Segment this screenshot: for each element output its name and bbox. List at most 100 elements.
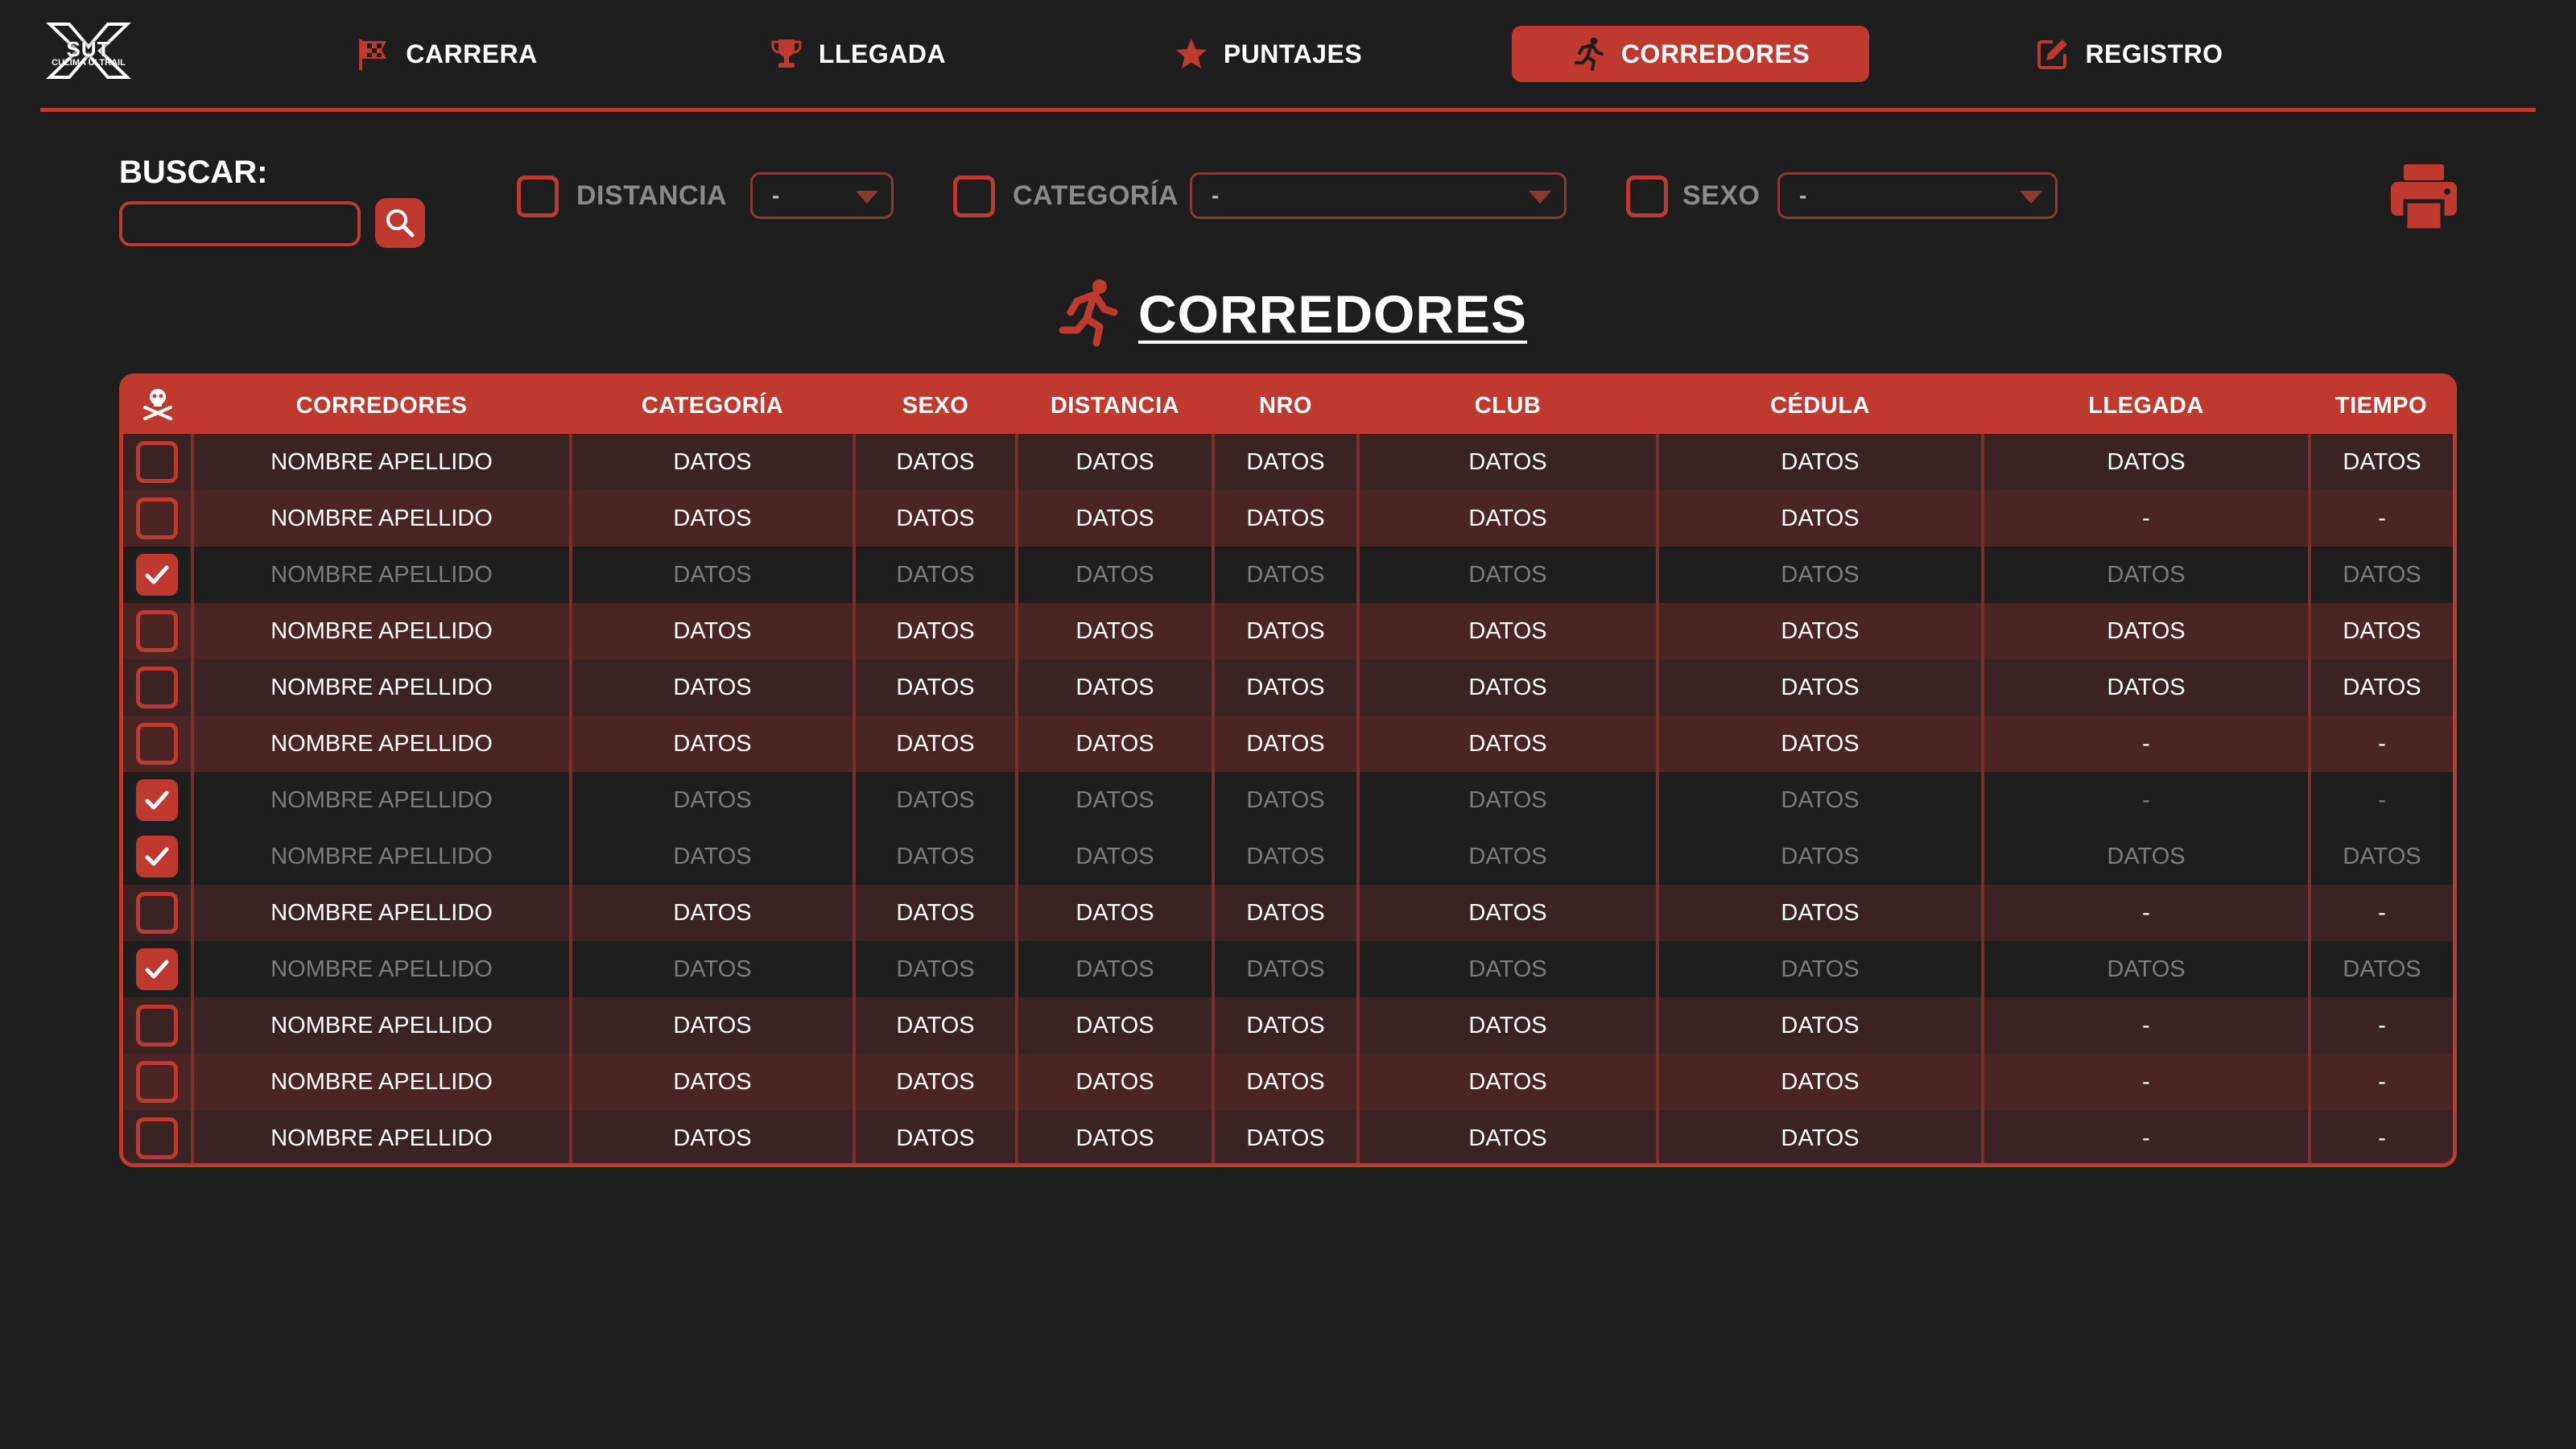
nav-llegada[interactable]: LLEGADA	[741, 26, 974, 82]
runners-table: CORREDORES CATEGORÍA SEXO DISTANCIA NRO …	[119, 374, 2457, 1167]
table-row[interactable]: NOMBRE APELLIDO DATOS DATOS DATOS DATOS DATOS…	[123, 716, 2453, 772]
table-cell-club: DATOS	[1358, 772, 1659, 828]
row-checkbox[interactable]	[136, 948, 178, 990]
search-input[interactable]	[119, 201, 361, 246]
column-header-nro[interactable]: NRO	[1213, 378, 1358, 434]
column-header-sexo[interactable]: SEXO	[854, 378, 1017, 434]
row-checkbox[interactable]	[136, 1005, 178, 1046]
column-header-cedula[interactable]: CÉDULA	[1657, 378, 1983, 434]
table-row[interactable]: NOMBRE APELLIDO DATOS DATOS DATOS DATOS DATOS…	[123, 490, 2453, 547]
table-cell-tiempo: DATOS	[2343, 448, 2421, 475]
table-cell-corredores: NOMBRE APELLIDO	[192, 716, 572, 772]
edit-icon	[2035, 36, 2070, 72]
row-select-cell	[123, 772, 194, 828]
table-cell-corredores: NOMBRE APELLIDO	[192, 434, 572, 490]
row-checkbox[interactable]	[136, 441, 178, 483]
column-header-distancia[interactable]: DISTANCIA	[1017, 378, 1213, 434]
table-row[interactable]: NOMBRE APELLIDO DATOS DATOS DATOS DATOS DATOS…	[123, 885, 2453, 941]
column-header-corredores[interactable]: CORREDORES	[192, 378, 571, 434]
table-cell-nro: DATOS	[1213, 434, 1360, 490]
table-cell-categoria: DATOS	[571, 716, 856, 772]
table-cell-sexo: DATOS	[854, 1054, 1018, 1110]
table-cell-distancia: DATOS	[1017, 772, 1215, 828]
table-row[interactable]: NOMBRE APELLIDO DATOS DATOS DATOS DATOS DATOS…	[123, 997, 2453, 1054]
table-cell-categoria: DATOS	[571, 1054, 856, 1110]
table-cell-club: DATOS	[1358, 828, 1659, 885]
table-cell-nro: DATOS	[1213, 490, 1360, 547]
row-select-cell	[123, 828, 194, 885]
table-cell-llegada: -	[1983, 1054, 2311, 1110]
nav-registro[interactable]: REGISTRO	[2013, 26, 2246, 82]
category-filter-checkbox[interactable]	[953, 175, 995, 217]
table-row[interactable]: NOMBRE APELLIDO DATOS DATOS DATOS DATOS DATOS…	[123, 828, 2453, 885]
table-cell-distancia: DATOS	[1017, 941, 1215, 997]
column-header-categoria[interactable]: CATEGORÍA	[571, 378, 854, 434]
column-header-tiempo[interactable]: TIEMPO	[2310, 378, 2453, 434]
table-row[interactable]: NOMBRE APELLIDO DATOS DATOS DATOS DATOS DATOS…	[123, 434, 2453, 490]
logo[interactable]: SUT CULIMA ULTRAIL	[45, 23, 132, 79]
table-cell-distancia: DATOS	[1017, 547, 1215, 603]
table-cell-cedula: DATOS	[1657, 659, 1984, 716]
row-checkbox[interactable]	[136, 610, 178, 652]
table-cell-distancia: DATOS	[1017, 997, 1215, 1054]
row-select-cell	[123, 659, 194, 716]
distance-select[interactable]: -	[750, 172, 894, 219]
table-row[interactable]: NOMBRE APELLIDO DATOS DATOS DATOS DATOS DATOS…	[123, 1110, 2453, 1163]
table-cell-tiempo: -	[2378, 505, 2386, 531]
table-cell-distancia: DATOS	[1017, 1054, 1215, 1110]
table-cell-cedula: DATOS	[1657, 828, 1984, 885]
table-cell-corredores: NOMBRE APELLIDO	[192, 603, 572, 659]
row-checkbox[interactable]	[136, 1117, 178, 1159]
table-cell-nro: DATOS	[1213, 716, 1360, 772]
row-checkbox[interactable]	[136, 554, 178, 596]
sex-select[interactable]: -	[1777, 172, 2058, 219]
search-button[interactable]	[375, 198, 425, 248]
print-button[interactable]	[2388, 161, 2460, 233]
table-cell-llegada: -	[1983, 885, 2311, 941]
nav-carrera[interactable]: CARRERA	[330, 26, 564, 82]
table-row[interactable]: NOMBRE APELLIDO DATOS DATOS DATOS DATOS DATOS…	[123, 547, 2453, 603]
table-cell-cedula: DATOS	[1657, 434, 1984, 490]
table-row[interactable]: NOMBRE APELLIDO DATOS DATOS DATOS DATOS DATOS…	[123, 603, 2453, 659]
table-cell-cedula: DATOS	[1657, 716, 1984, 772]
row-checkbox[interactable]	[136, 723, 178, 765]
row-select-cell	[123, 547, 194, 603]
table-cell-club: DATOS	[1358, 434, 1659, 490]
nav-puntajes[interactable]: PUNTAJES	[1151, 26, 1385, 82]
sex-filter-label: SEXO	[1682, 180, 1761, 211]
table-row[interactable]: NOMBRE APELLIDO DATOS DATOS DATOS DATOS DATOS…	[123, 772, 2453, 828]
nav-label: LLEGADA	[818, 39, 947, 68]
column-header-llegada[interactable]: LLEGADA	[1983, 378, 2310, 434]
table-cell-tiempo: -	[2378, 730, 2386, 757]
row-select-cell	[123, 1110, 194, 1163]
table-cell-corredores: NOMBRE APELLIDO	[192, 941, 572, 997]
table-cell-sexo: DATOS	[854, 434, 1018, 490]
row-checkbox[interactable]	[136, 497, 178, 539]
table-row[interactable]: NOMBRE APELLIDO DATOS DATOS DATOS DATOS DATOS…	[123, 659, 2453, 716]
row-checkbox[interactable]	[136, 779, 178, 821]
table-row[interactable]: NOMBRE APELLIDO DATOS DATOS DATOS DATOS DATOS…	[123, 941, 2453, 997]
category-select[interactable]: -	[1190, 172, 1567, 219]
table-cell-sexo: DATOS	[854, 1110, 1018, 1163]
distance-filter-checkbox[interactable]	[517, 175, 559, 217]
row-checkbox[interactable]	[136, 892, 178, 934]
table-cell-tiempo: DATOS	[2343, 561, 2421, 588]
table-cell-club: DATOS	[1358, 547, 1659, 603]
table-cell-cedula: DATOS	[1657, 1054, 1984, 1110]
table-cell-llegada: DATOS	[1983, 547, 2311, 603]
table-cell-corredores: NOMBRE APELLIDO	[192, 547, 572, 603]
table-cell-cedula: DATOS	[1657, 490, 1984, 547]
table-cell-corredores: NOMBRE APELLIDO	[192, 1110, 572, 1163]
sex-filter-checkbox[interactable]	[1626, 175, 1668, 217]
table-cell-cedula: DATOS	[1657, 772, 1984, 828]
row-checkbox[interactable]	[136, 836, 178, 877]
table-cell-tiempo: DATOS	[2343, 956, 2421, 982]
column-header-club[interactable]: CLUB	[1358, 378, 1657, 434]
row-checkbox[interactable]	[136, 667, 178, 708]
table-cell-corredores: NOMBRE APELLIDO	[192, 490, 572, 547]
nav-corredores[interactable]: CORREDORES	[1512, 26, 1869, 82]
table-row[interactable]: NOMBRE APELLIDO DATOS DATOS DATOS DATOS DATOS…	[123, 1054, 2453, 1110]
row-select-cell	[123, 434, 194, 490]
row-checkbox[interactable]	[136, 1061, 178, 1103]
table-cell-sexo: DATOS	[854, 772, 1018, 828]
